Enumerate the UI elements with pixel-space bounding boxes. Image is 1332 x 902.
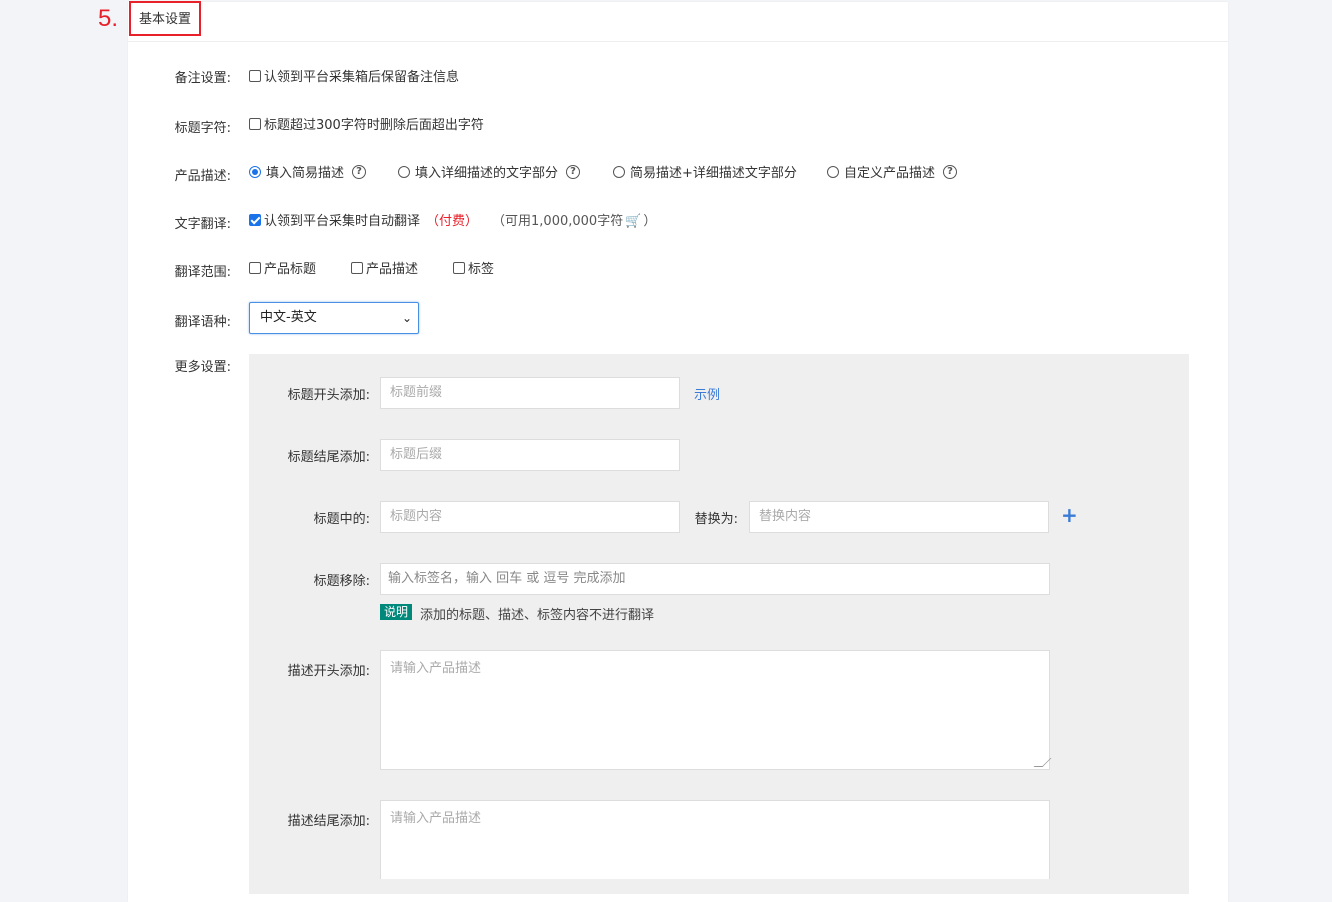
help-icon[interactable]: ? — [352, 164, 367, 179]
title-prefix-label: 标题开头添加: — [287, 388, 370, 403]
title-chars-option-text: 标题超过300字符时删除后面超出字符 — [264, 118, 484, 133]
replace-with-label: 替换为: — [694, 512, 738, 527]
title-suffix-input[interactable]: 标题后缀 — [380, 439, 680, 471]
scope-checkbox-title[interactable] — [249, 261, 261, 274]
scope-option-description-text: 产品描述 — [366, 262, 419, 277]
available-chars-text: （可用1,000,000字符 — [492, 214, 624, 229]
remark-option[interactable]: 认领到平台采集箱后保留备注信息 — [249, 66, 459, 85]
scope-option-tags[interactable]: 标签 — [453, 258, 494, 277]
example-link[interactable]: 示例 — [694, 384, 720, 403]
description-option-simple-text: 填入简易描述 — [266, 166, 345, 181]
description-label: 产品描述: — [174, 169, 231, 184]
header-divider — [128, 41, 1228, 42]
note-badge: 说明 — [380, 604, 413, 620]
desc-prefix-placeholder: 请输入产品描述 — [390, 661, 482, 676]
chevron-down-icon: ⌄ — [401, 311, 412, 325]
translation-option-text: 认领到平台采集时自动翻译 — [264, 214, 421, 229]
step-number: 5. — [98, 5, 119, 32]
translation-label: 文字翻译: — [174, 217, 231, 232]
description-option-custom[interactable]: 自定义产品描述 ? — [827, 162, 958, 181]
title-replace-label: 标题中的: — [313, 512, 370, 527]
description-option-combined-text: 简易描述+详细描述文字部分 — [630, 166, 797, 181]
translate-lang-label: 翻译语种: — [174, 315, 231, 330]
description-radio-custom[interactable] — [827, 165, 839, 178]
desc-prefix-label: 描述开头添加: — [287, 664, 370, 679]
title-remove-input[interactable]: 输入标签名，输入 回车 或 逗号 完成添加 — [380, 563, 1050, 595]
desc-suffix-placeholder: 请输入产品描述 — [390, 811, 482, 826]
replace-with-input[interactable]: 替换内容 — [749, 501, 1049, 533]
available-chars: （可用1,000,000字符 🛒） — [492, 210, 656, 229]
section-title: 基本设置 — [129, 1, 201, 36]
scope-option-tags-text: 标签 — [468, 262, 495, 277]
title-chars-label: 标题字符: — [174, 121, 231, 136]
available-chars-suffix: ） — [643, 214, 657, 229]
scope-option-title-text: 产品标题 — [264, 262, 317, 277]
description-option-simple[interactable]: 填入简易描述 ? — [249, 162, 367, 181]
translation-checkbox[interactable] — [249, 213, 261, 226]
title-prefix-input[interactable]: 标题前缀 — [380, 377, 680, 409]
scope-option-title[interactable]: 产品标题 — [249, 258, 316, 277]
desc-prefix-textarea[interactable]: 请输入产品描述 — [380, 650, 1052, 770]
note-text: 添加的标题、描述、标签内容不进行翻译 — [420, 608, 655, 623]
remark-label: 备注设置: — [174, 71, 231, 86]
description-option-custom-text: 自定义产品描述 — [844, 166, 936, 181]
title-chars-option[interactable]: 标题超过300字符时删除后面超出字符 — [249, 114, 484, 133]
cart-icon[interactable]: 🛒 — [625, 214, 641, 229]
description-radio-combined[interactable] — [613, 165, 625, 178]
title-remove-label: 标题移除: — [313, 574, 370, 589]
title-chars-checkbox[interactable] — [249, 117, 261, 130]
description-option-detail-text: 填入详细描述的文字部分 — [415, 166, 559, 181]
translation-option[interactable]: 认领到平台采集时自动翻译 （付费） （可用1,000,000字符 🛒） — [249, 210, 656, 229]
help-icon[interactable]: ? — [566, 164, 581, 179]
remark-checkbox[interactable] — [249, 69, 261, 82]
scope-checkbox-description[interactable] — [351, 261, 363, 274]
title-suffix-label: 标题结尾添加: — [287, 450, 370, 465]
translate-lang-select[interactable]: 中文-英文 ⌄ — [249, 302, 419, 334]
description-radio-simple[interactable] — [249, 165, 261, 178]
remark-option-text: 认领到平台采集箱后保留备注信息 — [264, 70, 460, 85]
desc-suffix-label: 描述结尾添加: — [287, 814, 370, 829]
translate-lang-value: 中文-英文 — [260, 310, 317, 325]
paid-tag: （付费） — [426, 214, 479, 229]
scope-checkbox-tags[interactable] — [453, 261, 465, 274]
scope-option-description[interactable]: 产品描述 — [351, 258, 418, 277]
translate-scope-label: 翻译范围: — [174, 265, 231, 280]
description-option-combined[interactable]: 简易描述+详细描述文字部分 — [613, 162, 797, 181]
resize-handle-icon[interactable] — [1033, 758, 1052, 767]
description-radio-detail[interactable] — [398, 165, 410, 178]
plus-icon[interactable]: + — [1061, 505, 1078, 525]
help-icon[interactable]: ? — [943, 164, 958, 179]
desc-suffix-textarea[interactable]: 请输入产品描述 — [380, 800, 1050, 879]
more-settings-label: 更多设置: — [174, 360, 231, 375]
description-option-detail[interactable]: 填入详细描述的文字部分 ? — [398, 162, 581, 181]
